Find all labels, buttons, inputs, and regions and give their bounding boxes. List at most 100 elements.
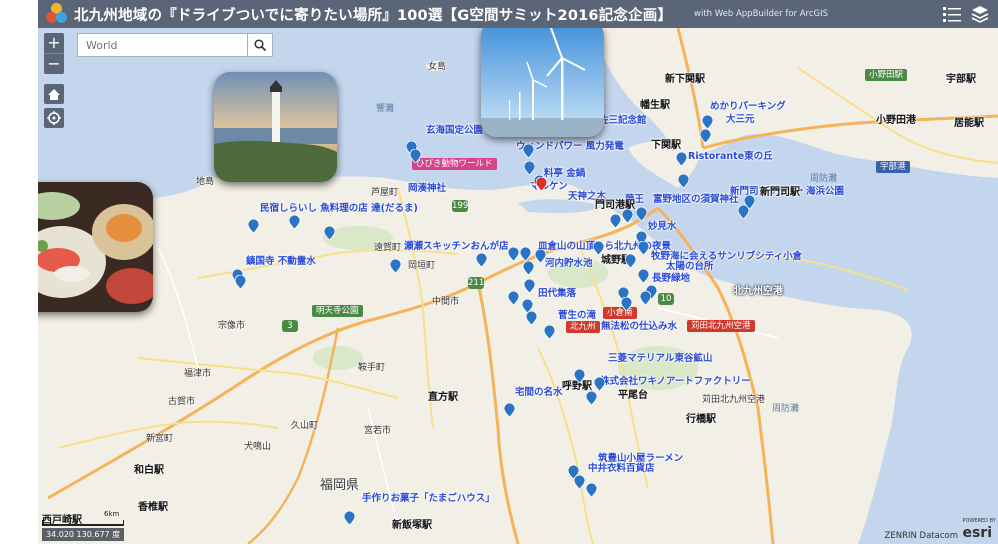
map-view[interactable]: + − 響灘 周防 [38,28,998,544]
spot-label: 田代集落 [538,288,577,299]
map-pin-icon[interactable] [525,310,538,326]
station-badge: 小野田駅 [865,69,908,81]
route-shield: 10 [658,293,674,305]
map-pin-icon[interactable] [323,225,336,241]
map-pin-icon[interactable] [743,194,756,210]
map-pin-icon[interactable] [635,206,648,222]
map-pin-icon[interactable] [409,148,422,164]
map-pin-icon[interactable] [534,248,547,264]
map-pin-icon[interactable] [523,278,536,294]
locate-button[interactable] [44,108,64,128]
esri-logo: POWERED BY esri [962,518,996,541]
map-pin-icon[interactable] [288,214,301,230]
place-label: 地島 [196,177,215,187]
spot-label: 富野地区の須賀神社 [653,194,739,205]
spot-label: 瀬瀬スキッチンおんが店 [404,241,509,252]
lighthouse-image [214,72,337,182]
spot-label: めかりパーキング [710,101,786,112]
map-pin-icon[interactable] [522,260,535,276]
place-label: 新宮町 [146,434,174,444]
map-pin-icon[interactable] [620,296,633,312]
map-pin-icon[interactable] [507,246,520,262]
spot-label: Ristorante東の丘 [688,151,773,162]
map-pin-icon[interactable] [523,160,536,176]
spot-label: 手作りお菓子「たまごハウス」 [362,493,495,504]
map-pin-icon[interactable] [609,213,622,229]
prefecture-label: 福岡県 [320,478,360,493]
spot-label: 宅間の名水 [515,387,563,398]
station-label: 小野田港 [876,115,916,126]
poi-badge: ひびき動物ワールド [412,158,497,170]
map-pin-icon[interactable] [585,390,598,406]
map-pin-icon[interactable] [621,208,634,224]
map-pin-icon[interactable] [701,114,714,130]
food-image [38,182,153,312]
station-label: 新門司駅 [760,187,800,198]
station-label: 新下関駅 [665,74,705,85]
sea-label: 周防灘 [772,404,800,414]
map-pin-icon[interactable] [475,252,488,268]
zoom-in-button[interactable]: + [44,33,64,53]
spot-label: 料亭 金鍋 [544,168,586,179]
photo-lighthouse[interactable] [214,72,337,182]
spot-label: 民宿しらいし 魚料理の店 達(だるま) [260,203,418,214]
map-pin-icon[interactable] [389,258,402,274]
map-pin-icon[interactable] [585,482,598,498]
station-label: 幡生駅 [640,100,670,111]
attribution-text: ZENRIN Datacom [884,531,958,541]
place-label: 芦屋町 [371,188,399,198]
map-pin-icon[interactable] [543,324,556,340]
map-pin-icon[interactable] [639,290,652,306]
ic-badge: 北九州 [566,321,600,333]
list-icon [943,7,961,22]
map-pin-icon[interactable] [503,402,516,418]
place-label: 古賀市 [168,397,196,407]
map-pin-icon[interactable] [247,218,260,234]
spot-label: 河内貯水池 [545,258,593,269]
map-pin-icon[interactable] [624,253,637,269]
spot-label: 大三元 [726,114,755,125]
search-input[interactable] [78,35,246,56]
map-pin-icon[interactable] [519,246,532,262]
photo-windmill[interactable] [481,28,604,137]
place-label: 福津市 [184,369,212,379]
home-icon [48,88,60,100]
station-label: 宇部駅 [946,74,976,85]
route-shield: 3 [282,320,298,332]
map-pin-icon[interactable] [535,176,548,192]
place-label: 宮若市 [364,426,392,436]
map-pin-icon[interactable] [573,474,586,490]
search-icon [254,39,266,51]
map-pin-icon[interactable] [637,268,650,284]
place-label: 宗像市 [218,321,246,331]
map-pin-icon[interactable] [593,376,606,392]
search-button[interactable] [247,34,272,56]
home-button[interactable] [44,84,64,104]
map-pin-icon[interactable] [343,510,356,526]
map-pin-icon[interactable] [522,143,535,159]
route-shield: 211 [468,277,485,289]
map-pin-icon[interactable] [507,290,520,306]
station-label: 新飯塚駅 [392,520,432,531]
layers-icon [971,6,989,23]
spot-label: 鎮国寺 不動霊水 [246,256,316,267]
map-pin-icon[interactable] [675,151,688,167]
map-pin-icon[interactable] [234,274,247,290]
locate-icon [47,111,61,125]
app-header: 北九州地域の『ドライブついでに寄りたい場所』100選【G空間サミット2016記念… [38,0,998,28]
zoom-control: + − [44,33,64,74]
station-label: 下関駅 [651,140,681,151]
map-pin-icon[interactable] [573,368,586,384]
place-label: 中間市 [432,297,460,307]
legend-list-button[interactable] [942,4,962,24]
map-pin-icon[interactable] [677,173,690,189]
layer-list-button[interactable] [970,4,990,24]
map-pin-icon[interactable] [592,240,605,256]
park-badge: 明天寺公園 [312,305,363,317]
map-pin-icon[interactable] [637,240,650,256]
photo-sashimi[interactable] [38,182,153,312]
app-subtitle: with Web AppBuilder for ArcGIS [694,9,829,19]
zoom-out-button[interactable]: − [44,53,64,74]
spot-label: 三菱マテリアル東谷鉱山 [608,353,713,364]
map-pin-icon[interactable] [699,128,712,144]
